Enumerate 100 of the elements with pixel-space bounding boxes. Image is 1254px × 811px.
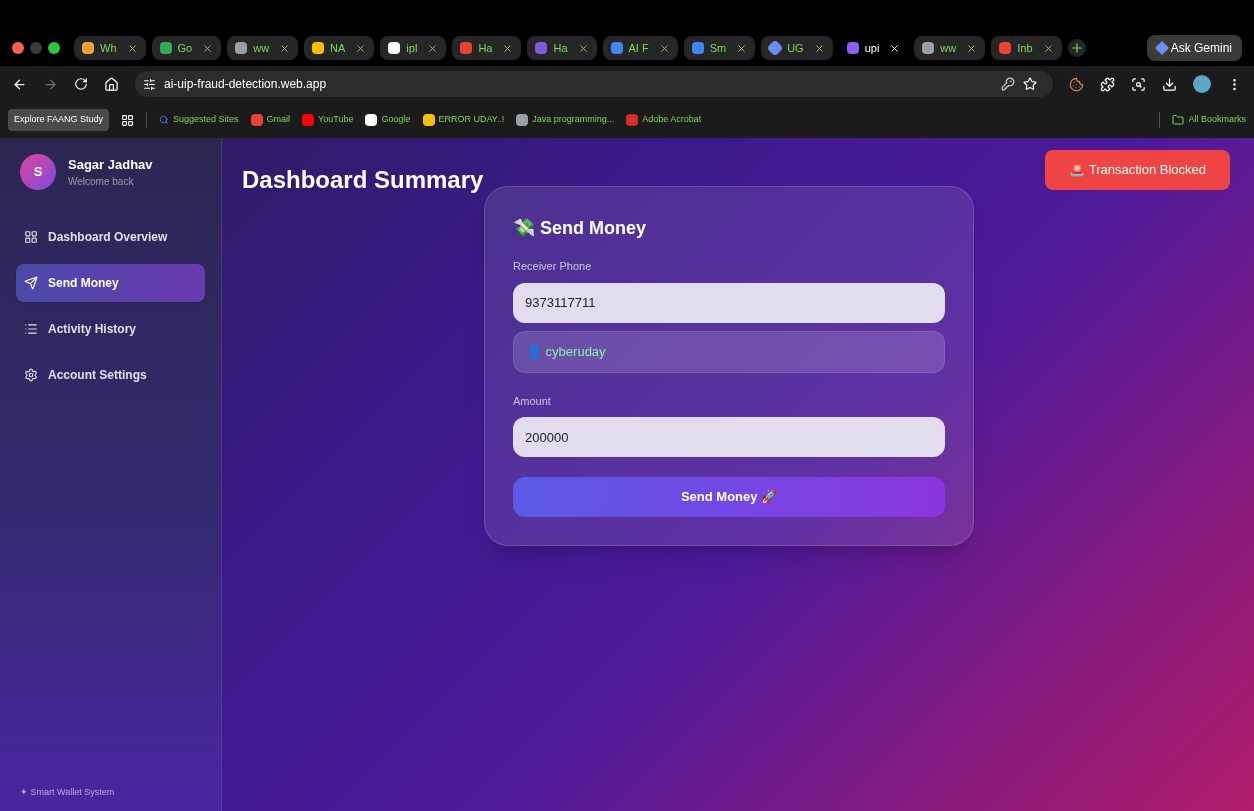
tab-title: AI F	[628, 40, 649, 56]
close-icon[interactable]	[279, 42, 291, 54]
ask-gemini-button[interactable]: Ask Gemini	[1146, 35, 1242, 61]
nav-item[interactable]: Activity History	[16, 310, 205, 348]
favicon-icon	[766, 39, 784, 57]
browser-tab[interactable]: AI F	[602, 36, 678, 60]
bookmark-link[interactable]: YouTube	[302, 113, 354, 127]
star-icon[interactable]	[1023, 77, 1037, 91]
tab-title: upi	[864, 40, 880, 56]
tab-title: ww	[253, 40, 270, 56]
address-bar[interactable]: ai-uip-fraud-detection.web.app	[135, 71, 1053, 97]
browser-tab[interactable]: Inb	[991, 36, 1062, 60]
favicon-icon	[82, 42, 94, 54]
close-icon[interactable]	[202, 42, 214, 54]
lens-icon[interactable]	[1131, 76, 1146, 92]
bookmark-link[interactable]: ERROR UDAY..!	[422, 113, 505, 127]
favicon-icon	[388, 42, 401, 54]
all-bookmarks-link[interactable]: All Bookmarks	[1172, 113, 1246, 127]
user-name: Sagar Jadhav	[68, 155, 153, 174]
close-icon[interactable]	[355, 42, 367, 54]
browser-tab[interactable]: Ha	[452, 36, 522, 60]
field-label: Receiver Phone	[513, 259, 593, 274]
browser-tab[interactable]: ww	[227, 36, 299, 60]
url-text: ai-uip-fraud-detection.web.app	[164, 76, 327, 93]
new-tab-icon[interactable]	[1067, 39, 1086, 57]
favicon-icon	[312, 42, 325, 54]
bookmark-link[interactable]: Adobe Acrobat	[626, 113, 702, 127]
bookmark-link[interactable]: Suggested Sites	[159, 113, 239, 127]
key-icon[interactable]	[1001, 77, 1015, 91]
browser-tab[interactable]: Wh	[74, 36, 146, 60]
field-label: Amount	[513, 393, 552, 409]
favicon-icon	[691, 42, 704, 54]
tab-title: UG	[787, 40, 804, 56]
close-icon[interactable]	[1042, 42, 1054, 54]
page-title: Dashboard Summary	[242, 165, 484, 195]
close-icon[interactable]	[126, 42, 138, 54]
tab-title: Ha	[553, 40, 568, 56]
user-avatar: S	[20, 154, 56, 190]
receiver-name-field: 👤 cyberuday	[513, 330, 945, 373]
home-icon[interactable]	[104, 76, 119, 92]
cookie-icon[interactable]	[1069, 76, 1084, 92]
nav-item[interactable]: Dashboard Overview	[16, 218, 205, 256]
browser-tab[interactable]: NA	[304, 36, 375, 60]
bookmark-link[interactable]: Gmail	[250, 113, 291, 127]
bookmark-link[interactable]: Java programming...	[516, 113, 615, 127]
favicon-icon	[159, 42, 172, 54]
nav-item[interactable]: Send Money	[16, 264, 205, 302]
favicon-icon	[846, 42, 859, 54]
close-icon[interactable]	[966, 42, 978, 54]
browser-tab[interactable]: ipl	[380, 36, 447, 60]
close-icon[interactable]	[736, 42, 748, 54]
phone-input-field[interactable]: 9373117711	[513, 282, 945, 323]
tab-title: Ha	[478, 40, 493, 56]
tab-title: Inb	[1017, 40, 1033, 56]
nav-item[interactable]: Account Settings	[16, 356, 205, 394]
tab-title: Wh	[100, 40, 117, 56]
transaction-blocked-button[interactable]: 🚨 Transaction Blocked	[1045, 150, 1230, 190]
close-icon[interactable]	[813, 42, 825, 54]
list-icon	[24, 322, 38, 336]
favicon-icon	[422, 114, 435, 126]
favicon-icon	[610, 42, 623, 54]
bookmark-chip[interactable]: Explore FAANG Study	[8, 109, 110, 131]
apps-icon[interactable]	[121, 113, 135, 127]
amount-input-field[interactable]: 200000	[513, 417, 945, 457]
send-money-button[interactable]: Send Money 🚀	[513, 477, 945, 517]
close-icon[interactable]	[502, 42, 514, 54]
forward-icon[interactable]	[43, 76, 58, 92]
extensions-icon[interactable]	[1100, 76, 1115, 92]
back-icon[interactable]	[12, 76, 27, 92]
browser-tab[interactable]: ww	[914, 36, 986, 60]
browser-tab[interactable]: Ha	[527, 36, 597, 60]
tab-title: Go	[177, 40, 193, 56]
tab-title: ww	[940, 40, 957, 56]
browser-tab[interactable]: Go	[151, 36, 222, 60]
tab-title: ipl	[406, 40, 418, 56]
favicon-icon	[922, 42, 935, 54]
bookmark-link[interactable]: Google	[365, 113, 411, 127]
folder-icon	[1172, 114, 1185, 126]
favicon-icon	[235, 42, 248, 54]
browser-tab[interactable]: UG	[761, 36, 833, 60]
reload-icon[interactable]	[74, 77, 88, 91]
settings-icon	[24, 368, 38, 382]
tab-title: Sm	[709, 40, 727, 56]
close-icon[interactable]	[889, 42, 901, 54]
favicon-icon	[516, 114, 529, 126]
tab-title: NA	[330, 40, 346, 56]
favicon-icon	[250, 114, 263, 126]
favicon-icon	[365, 114, 378, 126]
close-icon[interactable]	[427, 42, 439, 54]
close-icon[interactable]	[577, 42, 589, 54]
footer-text: ✦ Smart Wallet System	[20, 785, 116, 799]
site-info-icon[interactable]	[143, 77, 156, 91]
grid-icon	[24, 230, 38, 244]
profile-avatar-icon[interactable]	[1193, 75, 1211, 93]
paper-plane-icon	[24, 276, 38, 290]
download-icon[interactable]	[1162, 76, 1177, 92]
close-icon[interactable]	[658, 42, 670, 54]
favicon-icon	[460, 42, 473, 54]
browser-tab[interactable]: Sm	[683, 36, 756, 60]
favicon-icon	[626, 114, 639, 126]
